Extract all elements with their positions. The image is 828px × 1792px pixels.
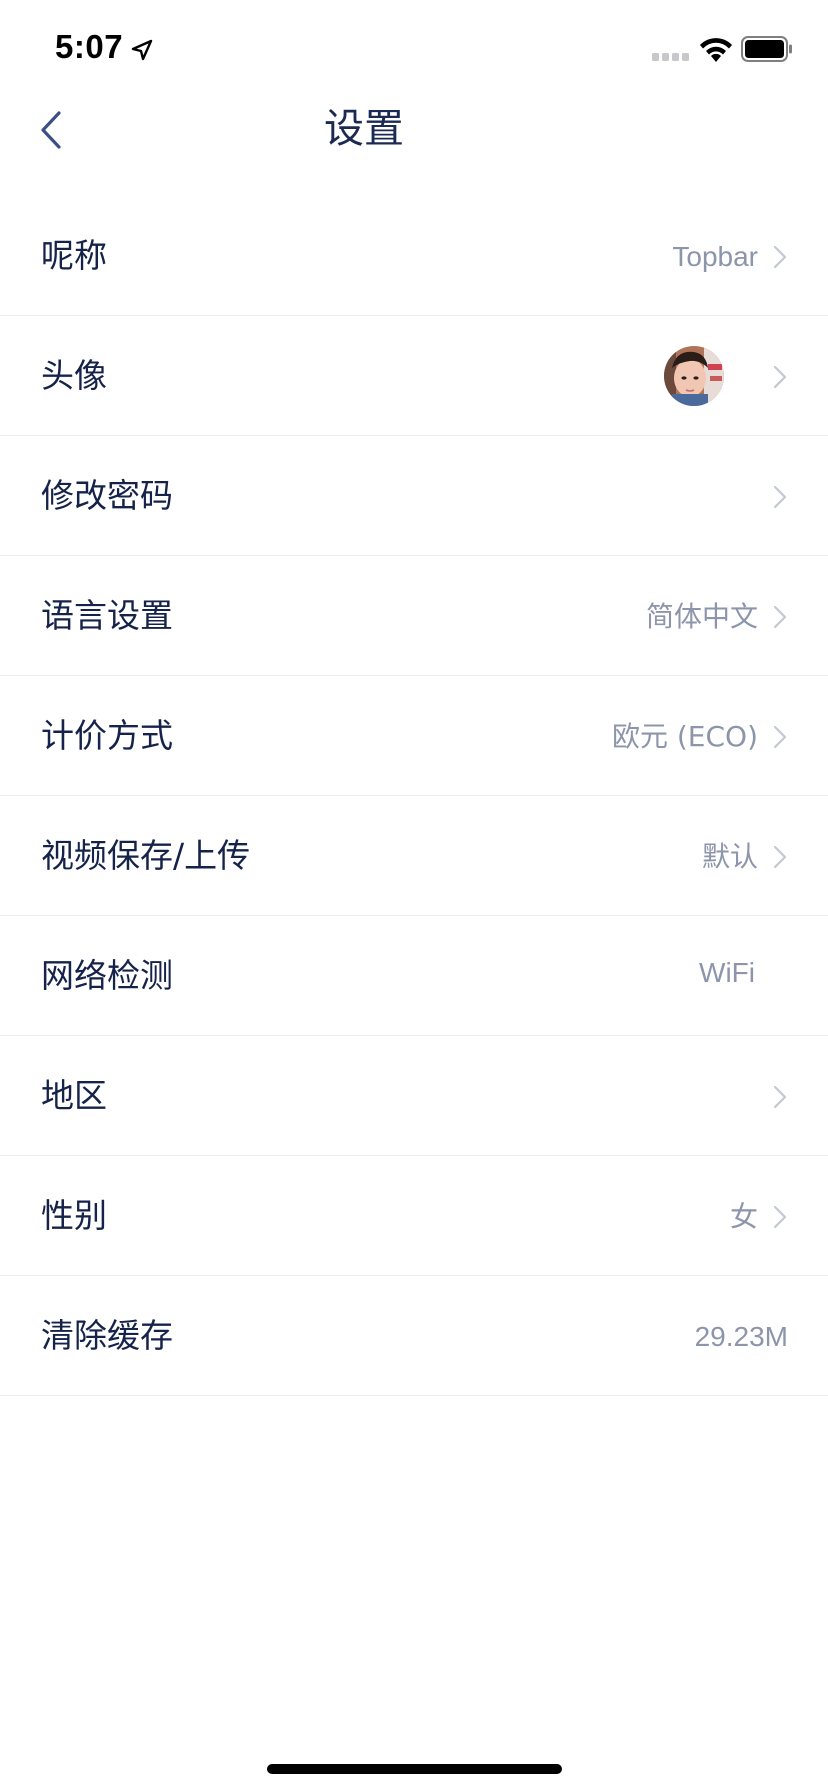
setting-label: 地区 — [41, 1076, 107, 1115]
setting-label: 性别 — [41, 1196, 107, 1235]
battery-icon — [741, 36, 792, 62]
setting-row-network-check[interactable]: 网络检测 WiFi — [0, 916, 828, 1036]
setting-label: 头像 — [41, 356, 107, 395]
chevron-right-icon — [773, 605, 787, 629]
setting-row-region[interactable]: 地区 — [0, 1036, 828, 1156]
setting-row-avatar[interactable]: 头像 — [0, 316, 828, 436]
avatar[interactable] — [664, 346, 724, 406]
chevron-right-icon — [773, 1205, 787, 1229]
status-bar: 5:07 — [0, 0, 828, 100]
setting-value: Topbar — [672, 241, 758, 272]
chevron-right-icon — [773, 1085, 787, 1109]
wifi-icon — [700, 38, 732, 62]
setting-value: 简体中文 — [645, 600, 758, 633]
setting-value: 女 — [729, 1200, 758, 1233]
setting-value: WiFi — [699, 957, 755, 988]
setting-label: 清除缓存 — [41, 1316, 173, 1355]
setting-row-gender[interactable]: 性别 女 — [0, 1156, 828, 1276]
setting-label: 语言设置 — [41, 596, 173, 635]
status-time: 5:07 — [55, 28, 124, 65]
page-title: 设置 — [324, 106, 404, 152]
setting-value: 欧元 (ECO) — [611, 720, 758, 753]
location-arrow-icon — [131, 39, 153, 61]
settings-list: 呢称 Topbar 头像 修改密码 语言设置 简体中文 计价方式 欧元 (ECO… — [0, 196, 828, 1396]
setting-row-clear-cache[interactable]: 清除缓存 29.23M — [0, 1276, 828, 1396]
setting-value: 默认 — [701, 840, 758, 873]
setting-row-language[interactable]: 语言设置 简体中文 — [0, 556, 828, 676]
setting-label: 计价方式 — [41, 716, 173, 755]
chevron-right-icon — [773, 845, 787, 869]
setting-label: 修改密码 — [41, 476, 173, 515]
chevron-right-icon — [773, 245, 787, 269]
chevron-right-icon — [773, 365, 787, 389]
setting-row-pricing[interactable]: 计价方式 欧元 (ECO) — [0, 676, 828, 796]
signal-icon — [652, 53, 689, 61]
chevron-right-icon — [773, 725, 787, 749]
chevron-right-icon — [773, 485, 787, 509]
setting-label: 视频保存/上传 — [41, 836, 251, 875]
setting-value: 29.23M — [694, 1321, 788, 1352]
setting-label: 呢称 — [41, 236, 107, 275]
setting-row-nickname[interactable]: 呢称 Topbar — [0, 196, 828, 316]
home-indicator — [267, 1764, 562, 1774]
setting-row-video-save-upload[interactable]: 视频保存/上传 默认 — [0, 796, 828, 916]
setting-label: 网络检测 — [41, 956, 173, 995]
setting-row-change-password[interactable]: 修改密码 — [0, 436, 828, 556]
